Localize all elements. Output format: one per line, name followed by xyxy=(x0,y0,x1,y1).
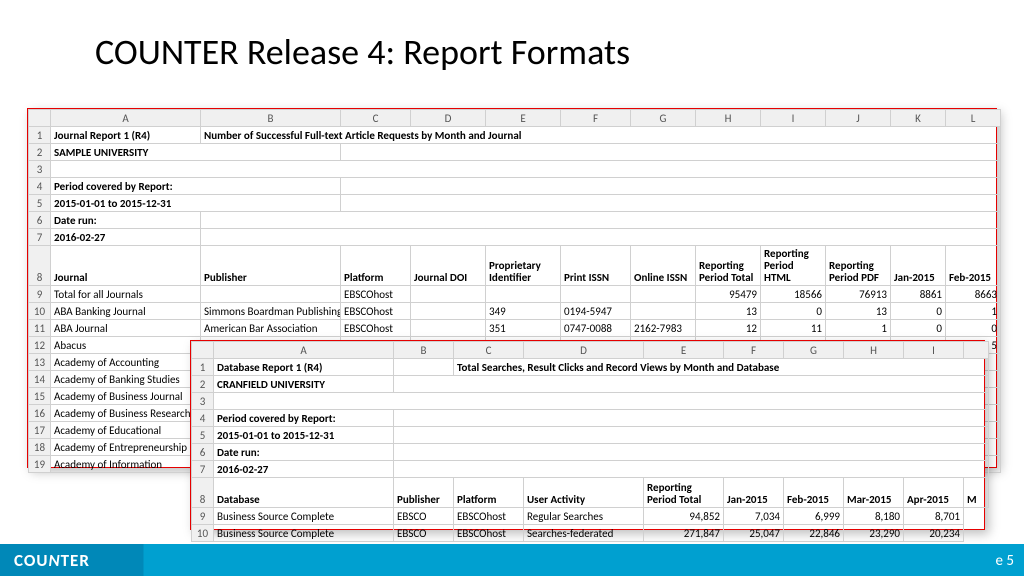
period-label: Period covered by Report: xyxy=(214,410,394,427)
period-value: 2015-01-01 to 2015-12-31 xyxy=(214,427,394,444)
col-headers: ABCDEFGHI xyxy=(192,342,989,359)
table-row: 10ABA Banking JournalSimmons Boardman Pu… xyxy=(29,303,1001,320)
database-report-table: ABCDEFGHI 1Database Report 1 (R4)Total S… xyxy=(191,341,989,542)
daterun-value: 2016-02-27 xyxy=(214,461,394,478)
institution: SAMPLE UNIVERSITY xyxy=(51,144,341,161)
daterun-label: Date run: xyxy=(214,444,394,461)
daterun-label: Date run: xyxy=(51,212,201,229)
footer-bar: COUNTER e 5 xyxy=(0,544,1024,576)
period-label: Period covered by Report: xyxy=(51,178,341,195)
table-row: 11ABA JournalAmerican Bar AssociationEBS… xyxy=(29,320,1001,337)
report-name: Journal Report 1 (R4) xyxy=(51,127,201,144)
period-value: 2015-01-01 to 2015-12-31 xyxy=(51,195,341,212)
institution: CRANFIELD UNIVERSITY xyxy=(214,376,394,393)
col-headers: ABCDEFGHIJKL xyxy=(29,110,1001,127)
table-row: 9Business Source CompleteEBSCOEBSCOhostR… xyxy=(192,508,989,525)
table-row: 9Total for all JournalsEBSCOhost95479185… xyxy=(29,286,1001,303)
data-header-row: 8 JournalPublisherPlatformJournal DOIPro… xyxy=(29,246,1001,286)
slide-title: COUNTER Release 4: Report Formats xyxy=(0,0,1024,74)
report-desc: Number of Successful Full-text Article R… xyxy=(201,127,1001,144)
report-name: Database Report 1 (R4) xyxy=(214,359,394,376)
daterun-value: 2016-02-27 xyxy=(51,229,201,246)
table-row: 10Business Source CompleteEBSCOEBSCOhost… xyxy=(192,525,989,542)
report-desc: Total Searches, Result Clicks and Record… xyxy=(454,359,989,376)
database-report-sheet: ABCDEFGHI 1Database Report 1 (R4)Total S… xyxy=(190,340,985,530)
counter-logo: COUNTER xyxy=(0,550,90,571)
page-number: e 5 xyxy=(996,552,1014,570)
data-header-row: 8 DatabasePublisherPlatformUser Activity… xyxy=(192,478,989,508)
